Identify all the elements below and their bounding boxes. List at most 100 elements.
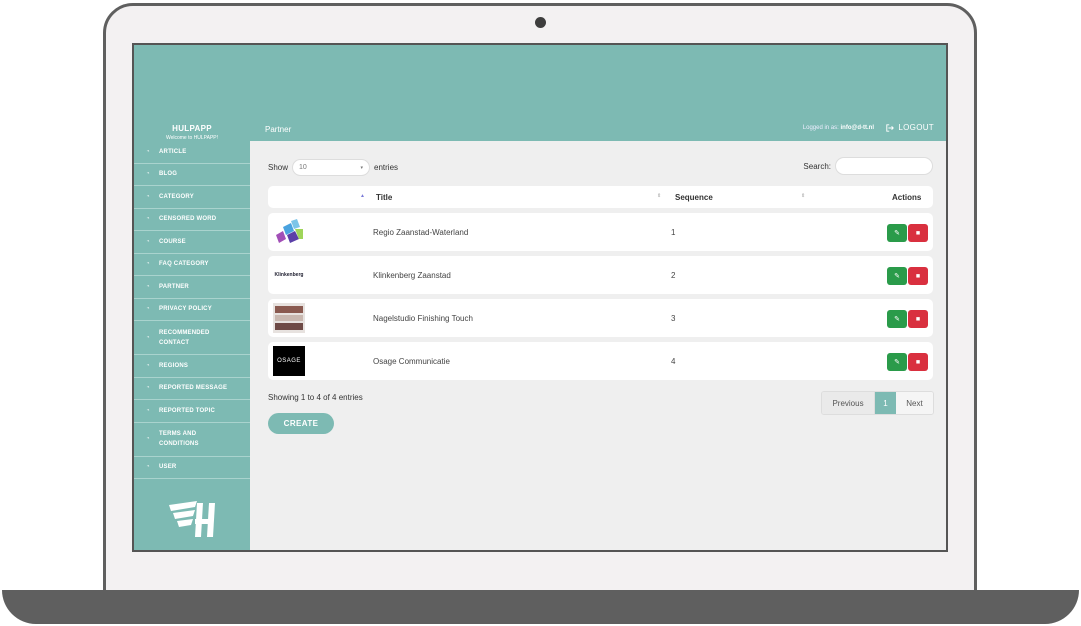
- edit-button[interactable]: ✎: [887, 224, 907, 242]
- previous-page-button[interactable]: Previous: [822, 392, 875, 414]
- pencil-icon: ✎: [894, 316, 900, 323]
- gauge-icon: ◔: [146, 362, 150, 369]
- trash-icon: ■: [915, 229, 921, 237]
- sidebar-item-partner[interactable]: ◔ PARTNER: [134, 276, 250, 299]
- edit-button[interactable]: ✎: [887, 310, 907, 328]
- entries-length-control: Show 10 ▾ entries: [268, 159, 398, 176]
- entries-select-value: 10: [299, 164, 307, 171]
- row-sequence: 1: [671, 228, 676, 237]
- trash-icon: ■: [915, 358, 921, 366]
- page-1-button[interactable]: 1: [875, 392, 896, 414]
- gauge-icon: ◔: [146, 261, 150, 268]
- trash-icon: ■: [915, 315, 921, 323]
- gauge-icon: ◔: [146, 407, 150, 414]
- page-title: Partner: [265, 125, 292, 134]
- table-row: OSAGE Osage Communicatie 4 ✎ ■: [268, 342, 933, 380]
- gauge-icon: ◔: [146, 334, 150, 341]
- sidebar: ◔ ARTICLE ◔ BLOG ◔ CATEGORY ◔ CENSORED WORD …: [134, 141, 250, 550]
- gauge-icon: ◔: [146, 283, 150, 290]
- show-label: Show: [268, 163, 289, 172]
- sidebar-item-reported-topic[interactable]: ◔ REPORTED TOPIC: [134, 400, 250, 423]
- sort-icon[interactable]: ⇕: [657, 193, 661, 199]
- entries-label: entries: [374, 163, 399, 172]
- sidebar-item-terms-and-conditions[interactable]: ◔ TERMS AND CONDITIONS: [134, 423, 250, 457]
- gauge-icon: ◔: [146, 436, 150, 442]
- klinkenberg-logo-text: Klinkenberg: [274, 272, 304, 278]
- row-sequence: 2: [671, 271, 676, 280]
- search-control: Search:: [803, 157, 933, 175]
- row-title: Osage Communicatie: [373, 357, 450, 366]
- row-sequence: 3: [671, 314, 676, 323]
- logout-button[interactable]: LOGOUT: [886, 123, 934, 132]
- sidebar-item-blog[interactable]: ◔ BLOG: [134, 164, 250, 186]
- app-screen: HULPAPP Welcome to HULPAPP! Partner Logg…: [132, 43, 948, 552]
- trash-icon: ■: [915, 272, 921, 280]
- sidebar-item-censored-word[interactable]: ◔ CENSORED WORD: [134, 209, 250, 231]
- search-input[interactable]: [835, 157, 933, 175]
- camera-icon: [535, 17, 546, 28]
- table-info: Showing 1 to 4 of 4 entries: [268, 393, 363, 402]
- top-bar: HULPAPP Welcome to HULPAPP! Partner Logg…: [134, 45, 946, 141]
- table-row: Nagelstudio Finishing Touch 3 ✎ ■: [268, 299, 933, 337]
- map-logo: [276, 219, 303, 243]
- sidebar-item-reported-message[interactable]: ◔ REPORTED MESSAGE: [134, 378, 250, 400]
- row-title: Klinkenberg Zaanstad: [373, 271, 451, 280]
- sidebar-item-privacy-policy[interactable]: ◔ PRIVACY POLICY: [134, 299, 250, 321]
- select-arrows-icon: ▾: [360, 164, 364, 171]
- sidebar-item-user[interactable]: ◔ USER: [134, 457, 250, 479]
- brand: HULPAPP Welcome to HULPAPP!: [134, 124, 250, 141]
- delete-button[interactable]: ■: [908, 267, 928, 285]
- gauge-icon: ◔: [146, 216, 150, 223]
- sidebar-item-article[interactable]: ◔ ARTICLE: [134, 141, 250, 164]
- osage-logo-text: OSAGE: [277, 358, 301, 364]
- sort-icon[interactable]: ⇕: [801, 193, 805, 199]
- gauge-icon: ◔: [146, 148, 150, 155]
- sidebar-item-category[interactable]: ◔ CATEGORY: [134, 186, 250, 209]
- logout-label: LOGOUT: [898, 123, 934, 132]
- gauge-icon: ◔: [146, 385, 150, 392]
- sort-asc-icon[interactable]: ▲: [360, 193, 365, 199]
- brand-name: HULPAPP: [172, 124, 212, 133]
- laptop-base: [2, 590, 1079, 624]
- row-title: Nagelstudio Finishing Touch: [373, 314, 473, 323]
- logged-in-info: Logged in as: info@d-tt.nl: [803, 125, 874, 131]
- gauge-icon: ◔: [146, 464, 150, 471]
- logged-in-user: info@d-tt.nl: [840, 125, 874, 131]
- pagination: Previous 1 Next: [821, 391, 934, 415]
- delete-button[interactable]: ■: [908, 224, 928, 242]
- table-header: ▲ Title ⇕ Sequence ⇕ Actions: [268, 186, 933, 208]
- klinkenberg-logo: Klinkenberg: [273, 260, 305, 290]
- osage-logo: OSAGE: [273, 346, 305, 376]
- logged-in-label: Logged in as:: [802, 125, 839, 131]
- pencil-icon: ✎: [894, 359, 900, 366]
- create-button[interactable]: CREATE: [268, 413, 334, 434]
- gauge-icon: ◔: [146, 171, 150, 178]
- entries-select[interactable]: 10 ▾: [292, 159, 371, 176]
- row-title: Regio Zaanstad-Waterland: [373, 228, 469, 237]
- sidebar-item-recommended-contact[interactable]: ◔ RECOMMENDED CONTACT: [134, 321, 250, 355]
- column-header-title[interactable]: Title: [376, 193, 392, 202]
- delete-button[interactable]: ■: [908, 353, 928, 371]
- next-page-button[interactable]: Next: [896, 392, 933, 414]
- table-row: Regio Zaanstad-Waterland 1 ✎ ■: [268, 213, 933, 251]
- pencil-icon: ✎: [894, 273, 900, 280]
- gauge-icon: ◔: [146, 306, 150, 313]
- edit-button[interactable]: ✎: [887, 267, 907, 285]
- nails-photo: [273, 303, 305, 333]
- column-header-actions: Actions: [892, 193, 922, 202]
- logout-icon: [886, 123, 895, 132]
- search-label: Search:: [803, 161, 831, 171]
- gauge-icon: ◔: [146, 193, 150, 200]
- table-row: Klinkenberg Klinkenberg Zaanstad 2 ✎ ■: [268, 256, 933, 294]
- delete-button[interactable]: ■: [908, 310, 928, 328]
- column-header-sequence[interactable]: Sequence: [675, 193, 713, 202]
- pencil-icon: ✎: [894, 230, 900, 237]
- main-content: Show 10 ▾ entries Search: ▲ Title ⇕ Sequ…: [251, 141, 946, 550]
- row-sequence: 4: [671, 357, 676, 366]
- gauge-icon: ◔: [146, 238, 150, 245]
- sidebar-item-course[interactable]: ◔ COURSE: [134, 231, 250, 254]
- sidebar-item-faq-category[interactable]: ◔ FAQ CATEGORY: [134, 254, 250, 276]
- edit-button[interactable]: ✎: [887, 353, 907, 371]
- sidebar-item-regions[interactable]: ◔ REGIONS: [134, 355, 250, 378]
- hulpapp-logo-icon: [169, 501, 215, 537]
